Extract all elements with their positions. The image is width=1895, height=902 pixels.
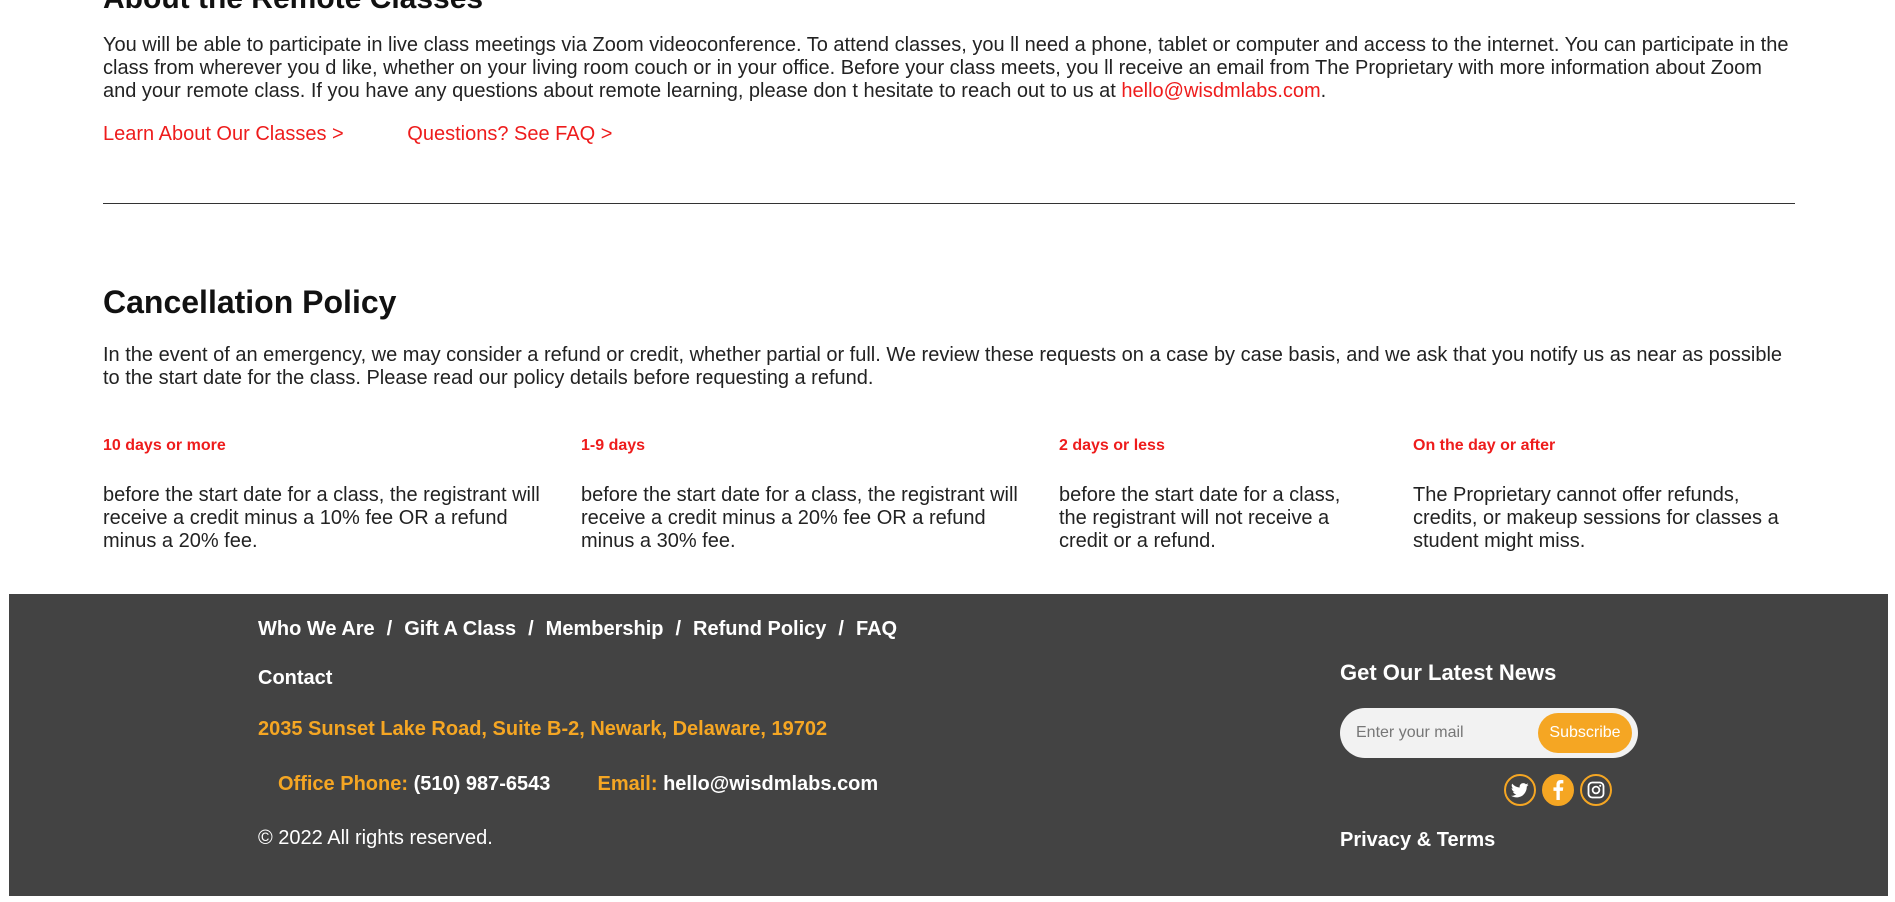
subscribe-button[interactable]: Subscribe — [1538, 713, 1632, 753]
footer-link-contact[interactable]: Contact — [258, 667, 332, 690]
remote-classes-heading: About the Remote Classes — [103, 0, 483, 16]
social-links — [1504, 774, 1612, 806]
class-links: Learn About Our Classes > Questions? See… — [103, 123, 670, 146]
phone-value: (510) 987-6543 — [413, 773, 551, 795]
policy-column-2-days: 2 days or less before the start date for… — [1059, 437, 1369, 553]
policy-column-10-days: 10 days or more before the start date fo… — [103, 437, 553, 553]
footer-nav: Who We Are / Gift A Class / Membership / Refun… — [258, 618, 897, 641]
subscribe-form: Subscribe — [1340, 708, 1638, 758]
footer-link-membership[interactable]: Membership — [546, 618, 664, 640]
footer-link-refund-policy[interactable]: Refund Policy — [693, 618, 826, 640]
policy-column-desc: before the start date for a class, the r… — [581, 484, 1018, 552]
footer-link-who-we-are[interactable]: Who We Are — [258, 618, 375, 640]
email-label: Email: — [597, 773, 658, 795]
faq-link[interactable]: Questions? See FAQ > — [407, 123, 612, 145]
policy-column-desc: before the start date for a class, the r… — [103, 484, 540, 552]
learn-about-classes-link[interactable]: Learn About Our Classes > — [103, 123, 344, 145]
policy-column-day-of: On the day or after The Proprietary cann… — [1413, 437, 1803, 553]
policy-column-desc: The Proprietary cannot offer refunds, cr… — [1413, 484, 1779, 552]
section-divider — [103, 203, 1795, 204]
privacy-terms-link[interactable]: Privacy & Terms — [1340, 829, 1495, 852]
nav-separator: / — [675, 618, 682, 640]
intro-period: . — [1320, 80, 1327, 102]
footer-link-gift-a-class[interactable]: Gift A Class — [404, 618, 516, 640]
cancellation-policy-text: In the event of an emergency, we may con… — [103, 344, 1783, 389]
remote-classes-intro: You will be able to participate in live … — [103, 34, 1795, 103]
nav-separator: / — [386, 618, 393, 640]
policy-column-label: 10 days or more — [103, 437, 226, 454]
intro-text: You will be able to participate in live … — [103, 34, 1789, 102]
footer-address: 2035 Sunset Lake Road, Suite B-2, Newark… — [258, 718, 828, 740]
twitter-icon[interactable] — [1504, 774, 1536, 806]
site-footer: Who We Are / Gift A Class / Membership / Refun… — [9, 594, 1888, 896]
subscribe-email-input[interactable] — [1354, 720, 1518, 746]
footer-contact-row: Office Phone: (510) 987-6543 Email: hell… — [278, 773, 878, 796]
facebook-icon[interactable] — [1542, 774, 1574, 806]
policy-column-label: 1-9 days — [581, 437, 646, 454]
copyright: © 2022 All rights reserved. — [258, 827, 493, 849]
instagram-icon[interactable] — [1580, 774, 1612, 806]
newsletter-title: Get Our Latest News — [1340, 660, 1557, 685]
policy-column-label: On the day or after — [1413, 437, 1556, 454]
intro-email-link[interactable]: hello@wisdmlabs.com — [1121, 80, 1320, 102]
email-value[interactable]: hello@wisdmlabs.com — [663, 773, 878, 795]
nav-separator: / — [838, 618, 844, 640]
phone-label: Office Phone: — [278, 773, 409, 795]
policy-column-desc: before the start date for a class, the r… — [1059, 484, 1341, 552]
policy-column-label: 2 days or less — [1059, 437, 1165, 454]
cancellation-policy-title: Cancellation Policy — [103, 284, 397, 320]
footer-link-faq[interactable]: FAQ — [856, 618, 897, 640]
policy-column-1-9-days: 1-9 days before the start date for a cla… — [581, 437, 1031, 553]
nav-separator: / — [528, 618, 534, 640]
